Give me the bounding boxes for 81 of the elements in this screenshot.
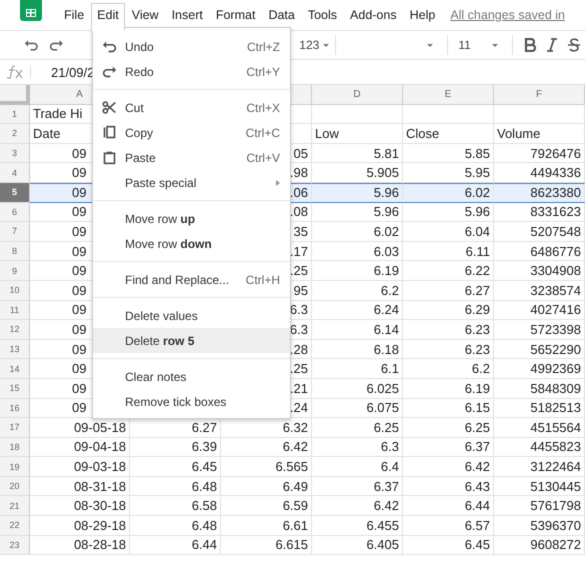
table-cell: Close [403, 124, 494, 144]
table-cell: 6.42 [312, 496, 403, 516]
table-cell: 5130445 [494, 476, 585, 496]
table-cell: 6.27 [403, 280, 494, 301]
table-cell: 6.11 [403, 242, 494, 262]
table-cell: 5.96 [403, 202, 494, 222]
table-cell: 6.14 [312, 320, 403, 340]
table-cell: 6.02 [312, 222, 403, 242]
table-cell: 6.59 [221, 496, 312, 516]
table-cell: 6.42 [221, 438, 312, 458]
table-cell: 6486776 [494, 242, 585, 262]
table-cell: 4515564 [494, 418, 585, 438]
table-cell: 08-29-18 [30, 516, 130, 536]
table-cell: 8331623 [494, 202, 585, 222]
table-cell: 6.44 [403, 496, 494, 516]
table-cell: 6.45 [403, 536, 494, 556]
table-cell: 08-31-18 [30, 476, 130, 496]
table-cell: 6.48 [130, 476, 221, 496]
table-cell: 6.4 [312, 457, 403, 477]
table-cell: 6.075 [312, 398, 403, 418]
table-cell: 08-28-18 [30, 536, 130, 556]
table-cell: 6.45 [130, 457, 221, 477]
table-cell: 5723398 [494, 320, 585, 340]
table-cell: 3238574 [494, 280, 585, 301]
table-cell: 6.2 [403, 359, 494, 379]
table-cell: 6.1 [312, 359, 403, 379]
table-cell: 6.23 [403, 320, 494, 340]
table-cell: 8623380 [494, 182, 585, 203]
table-cell: 6.22 [403, 261, 494, 281]
table-cell: 6.23 [403, 340, 494, 360]
table-cell: 6.25 [312, 418, 403, 438]
table-cell: 09-04-18 [30, 438, 130, 458]
table-cell: 6.405 [312, 536, 403, 556]
table-cell: 5.96 [312, 182, 403, 203]
table-cell: 6.04 [403, 222, 494, 242]
table-cell: 5396370 [494, 516, 585, 536]
table-cell: 5.96 [312, 202, 403, 222]
table-cell: Low [312, 124, 403, 144]
table-cell: 6.48 [130, 516, 221, 536]
table-cell: 6.19 [403, 378, 494, 398]
table-cell: 6.42 [403, 457, 494, 477]
table-cell: 6.18 [312, 340, 403, 360]
table-cell: 6.57 [403, 516, 494, 536]
table-cell: 09-03-18 [30, 457, 130, 477]
table-cell: 6.3 [312, 438, 403, 458]
table-cell: 3304908 [494, 261, 585, 281]
table-cell: 4455823 [494, 438, 585, 458]
table-cell: 6.02 [403, 182, 494, 203]
table-cell: 6.44 [130, 536, 221, 556]
table-cell: 6.03 [312, 242, 403, 262]
table-cell: 5182513 [494, 398, 585, 418]
table-cell: 6.615 [221, 536, 312, 556]
table-cell: 08-30-18 [30, 496, 130, 516]
table-cell: 6.455 [312, 516, 403, 536]
table-cell: 5848309 [494, 378, 585, 398]
table-cell: 5207548 [494, 222, 585, 242]
table-cell: 6.025 [312, 378, 403, 398]
table-cell: 6.19 [312, 261, 403, 281]
table-cell: 6.37 [403, 438, 494, 458]
table-cell: 7926476 [494, 144, 585, 164]
table-cell: 6.43 [403, 476, 494, 496]
table-cell: 6.37 [312, 476, 403, 496]
table-cell: Volume [494, 124, 585, 144]
table-cell: 9608272 [494, 536, 585, 556]
table-cell: 5761798 [494, 496, 585, 516]
table-cell: 6.49 [221, 476, 312, 496]
table-cell: 6.15 [403, 398, 494, 418]
table-cell: 6.25 [403, 418, 494, 438]
table-cell: 6.39 [130, 438, 221, 458]
table-cell: 4992369 [494, 359, 585, 379]
table-cell: 6.61 [221, 516, 312, 536]
table-cell: 5.85 [403, 144, 494, 164]
table-cell: 6.24 [312, 300, 403, 320]
table-cell: 6.565 [221, 457, 312, 477]
table-cell: 3122464 [494, 457, 585, 477]
table-cell: 5.81 [312, 144, 403, 164]
table-cell: 4027416 [494, 300, 585, 320]
table-cell: 6.29 [403, 300, 494, 320]
table-cell: 6.2 [312, 280, 403, 301]
table-cell: 6.58 [130, 496, 221, 516]
table-cell: 5652290 [494, 340, 585, 360]
